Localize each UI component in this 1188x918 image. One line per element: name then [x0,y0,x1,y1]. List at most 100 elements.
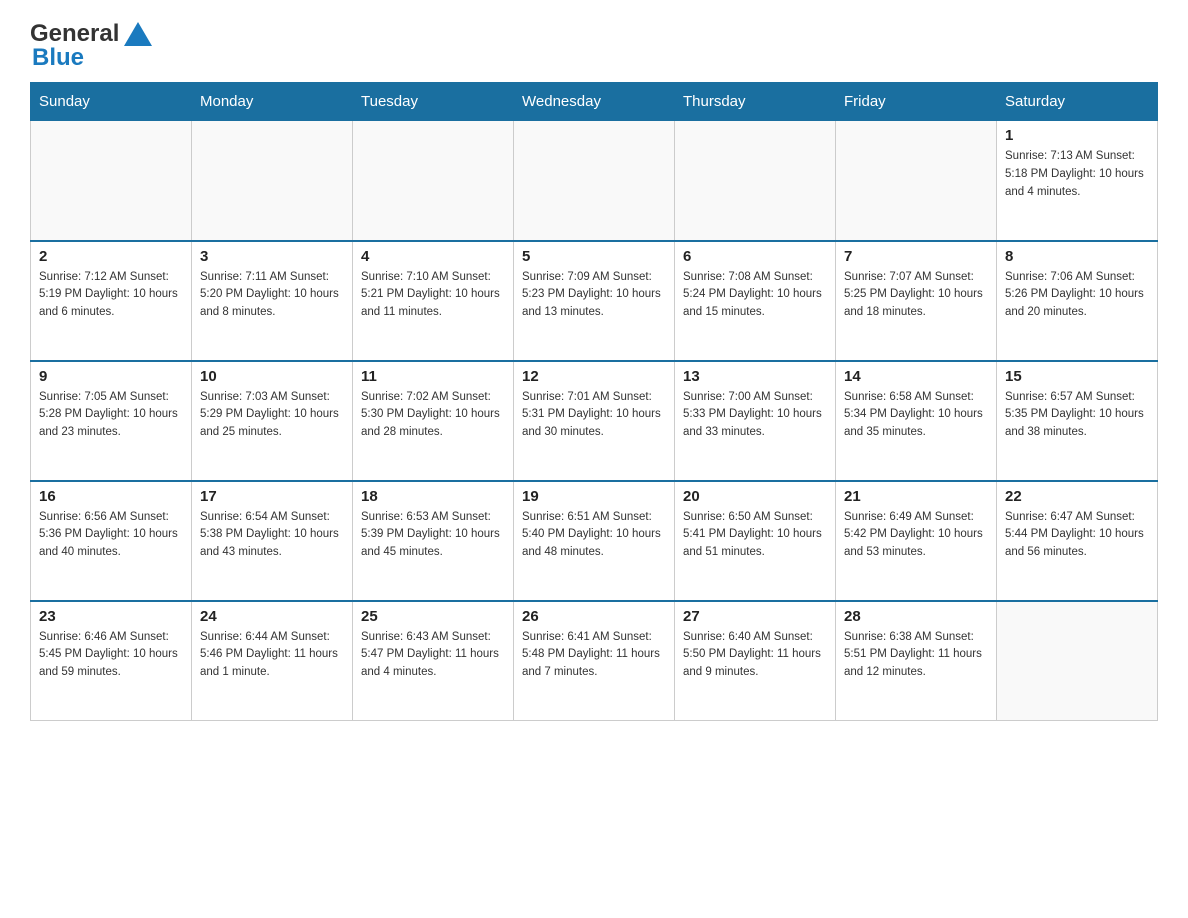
day-info: Sunrise: 6:41 AM Sunset: 5:48 PM Dayligh… [522,629,666,682]
calendar-cell: 12 Sunrise: 7:01 AM Sunset: 5:31 PM Dayli… [514,361,675,481]
calendar-cell: 17 Sunrise: 6:54 AM Sunset: 5:38 PM Dayli… [192,481,353,601]
calendar-cell: 18 Sunrise: 6:53 AM Sunset: 5:39 PM Dayli… [353,481,514,601]
day-number: 19 [522,488,666,505]
day-of-week-header: Saturday [997,83,1158,121]
calendar-week-row: 23 Sunrise: 6:46 AM Sunset: 5:45 PM Dayli… [31,601,1158,721]
calendar-cell: 25Sunrise: 6:43 AM Sunset: 5:47 PM Dayli… [353,601,514,721]
day-number: 27 [683,608,827,625]
day-info: Sunrise: 6:53 AM Sunset: 5:39 PM Dayligh… [361,509,505,562]
calendar-week-row: 2 Sunrise: 7:12 AM Sunset: 5:19 PM Daylig… [31,241,1158,361]
calendar-cell: 22 Sunrise: 6:47 AM Sunset: 5:44 PM Dayli… [997,481,1158,601]
day-number: 26 [522,608,666,625]
day-number: 18 [361,488,505,505]
day-info: Sunrise: 6:56 AM Sunset: 5:36 PM Dayligh… [39,509,183,562]
calendar-cell [514,121,675,241]
calendar-cell [997,601,1158,721]
day-number: 12 [522,368,666,385]
day-info: Sunrise: 7:10 AM Sunset: 5:21 PM Dayligh… [361,269,505,322]
calendar-cell: 13 Sunrise: 7:00 AM Sunset: 5:33 PM Dayli… [675,361,836,481]
calendar-cell: 24 Sunrise: 6:44 AM Sunset: 5:46 PM Dayli… [192,601,353,721]
day-number: 4 [361,248,505,265]
day-of-week-header: Friday [836,83,997,121]
day-info: Sunrise: 6:40 AM Sunset: 5:50 PM Dayligh… [683,629,827,682]
day-info: Sunrise: 7:00 AM Sunset: 5:33 PM Dayligh… [683,389,827,442]
day-info: Sunrise: 7:07 AM Sunset: 5:25 PM Dayligh… [844,269,988,322]
day-info: Sunrise: 6:38 AM Sunset: 5:51 PM Dayligh… [844,629,988,682]
day-info: Sunrise: 7:01 AM Sunset: 5:31 PM Dayligh… [522,389,666,442]
day-number: 10 [200,368,344,385]
calendar-cell [836,121,997,241]
day-number: 23 [39,608,183,625]
calendar-week-row: 16 Sunrise: 6:56 AM Sunset: 5:36 PM Dayli… [31,481,1158,601]
day-number: 16 [39,488,183,505]
calendar-cell: 19 Sunrise: 6:51 AM Sunset: 5:40 PM Dayli… [514,481,675,601]
day-info: Sunrise: 7:13 AM Sunset: 5:18 PM Dayligh… [1005,148,1149,201]
day-number: 17 [200,488,344,505]
calendar-cell: 26 Sunrise: 6:41 AM Sunset: 5:48 PM Dayli… [514,601,675,721]
calendar-table: SundayMondayTuesdayWednesdayThursdayFrid… [30,82,1158,721]
calendar-cell: 4 Sunrise: 7:10 AM Sunset: 5:21 PM Daylig… [353,241,514,361]
calendar-cell: 9 Sunrise: 7:05 AM Sunset: 5:28 PM Daylig… [31,361,192,481]
day-info: Sunrise: 6:54 AM Sunset: 5:38 PM Dayligh… [200,509,344,562]
day-info: Sunrise: 6:44 AM Sunset: 5:46 PM Dayligh… [200,629,344,682]
day-info: Sunrise: 6:57 AM Sunset: 5:35 PM Dayligh… [1005,389,1149,442]
calendar-cell: 3 Sunrise: 7:11 AM Sunset: 5:20 PM Daylig… [192,241,353,361]
calendar-cell: 23 Sunrise: 6:46 AM Sunset: 5:45 PM Dayli… [31,601,192,721]
day-info: Sunrise: 6:49 AM Sunset: 5:42 PM Dayligh… [844,509,988,562]
calendar-cell: 27 Sunrise: 6:40 AM Sunset: 5:50 PM Dayli… [675,601,836,721]
calendar-week-row: 9 Sunrise: 7:05 AM Sunset: 5:28 PM Daylig… [31,361,1158,481]
day-of-week-header: Thursday [675,83,836,121]
logo: General Blue [30,20,154,72]
page-header: General Blue [30,20,1158,72]
calendar-cell: 8Sunrise: 7:06 AM Sunset: 5:26 PM Daylig… [997,241,1158,361]
calendar-header-row: SundayMondayTuesdayWednesdayThursdayFrid… [31,83,1158,121]
day-number: 3 [200,248,344,265]
calendar-cell: 14 Sunrise: 6:58 AM Sunset: 5:34 PM Dayli… [836,361,997,481]
calendar-cell [353,121,514,241]
day-info: Sunrise: 7:02 AM Sunset: 5:30 PM Dayligh… [361,389,505,442]
day-number: 20 [683,488,827,505]
calendar-cell: 2 Sunrise: 7:12 AM Sunset: 5:19 PM Daylig… [31,241,192,361]
calendar-cell: 16 Sunrise: 6:56 AM Sunset: 5:36 PM Dayli… [31,481,192,601]
calendar-cell: 21 Sunrise: 6:49 AM Sunset: 5:42 PM Dayli… [836,481,997,601]
calendar-cell: 20 Sunrise: 6:50 AM Sunset: 5:41 PM Dayli… [675,481,836,601]
day-info: Sunrise: 6:51 AM Sunset: 5:40 PM Dayligh… [522,509,666,562]
day-of-week-header: Tuesday [353,83,514,121]
day-of-week-header: Wednesday [514,83,675,121]
day-number: 11 [361,368,505,385]
day-info: Sunrise: 7:05 AM Sunset: 5:28 PM Dayligh… [39,389,183,442]
calendar-cell: 10 Sunrise: 7:03 AM Sunset: 5:29 PM Dayli… [192,361,353,481]
day-info: Sunrise: 7:09 AM Sunset: 5:23 PM Dayligh… [522,269,666,322]
day-number: 28 [844,608,988,625]
day-number: 1 [1005,127,1149,144]
calendar-week-row: 1 Sunrise: 7:13 AM Sunset: 5:18 PM Daylig… [31,121,1158,241]
day-number: 6 [683,248,827,265]
day-number: 21 [844,488,988,505]
day-number: 9 [39,368,183,385]
day-info: Sunrise: 7:11 AM Sunset: 5:20 PM Dayligh… [200,269,344,322]
calendar-cell: 1 Sunrise: 7:13 AM Sunset: 5:18 PM Daylig… [997,121,1158,241]
logo-blue-text: Blue [32,44,84,72]
day-number: 24 [200,608,344,625]
day-info: Sunrise: 6:43 AM Sunset: 5:47 PM Dayligh… [361,629,505,682]
calendar-cell: 6 Sunrise: 7:08 AM Sunset: 5:24 PM Daylig… [675,241,836,361]
logo-icon [122,20,154,48]
day-number: 13 [683,368,827,385]
day-info: Sunrise: 6:47 AM Sunset: 5:44 PM Dayligh… [1005,509,1149,562]
day-number: 8 [1005,248,1149,265]
calendar-cell: 5Sunrise: 7:09 AM Sunset: 5:23 PM Daylig… [514,241,675,361]
day-number: 14 [844,368,988,385]
calendar-cell: 28 Sunrise: 6:38 AM Sunset: 5:51 PM Dayli… [836,601,997,721]
day-info: Sunrise: 6:46 AM Sunset: 5:45 PM Dayligh… [39,629,183,682]
day-number: 2 [39,248,183,265]
day-info: Sunrise: 7:08 AM Sunset: 5:24 PM Dayligh… [683,269,827,322]
day-number: 22 [1005,488,1149,505]
calendar-cell [31,121,192,241]
day-info: Sunrise: 6:50 AM Sunset: 5:41 PM Dayligh… [683,509,827,562]
day-info: Sunrise: 7:12 AM Sunset: 5:19 PM Dayligh… [39,269,183,322]
calendar-cell [675,121,836,241]
day-number: 7 [844,248,988,265]
day-info: Sunrise: 6:58 AM Sunset: 5:34 PM Dayligh… [844,389,988,442]
day-info: Sunrise: 7:03 AM Sunset: 5:29 PM Dayligh… [200,389,344,442]
day-number: 15 [1005,368,1149,385]
